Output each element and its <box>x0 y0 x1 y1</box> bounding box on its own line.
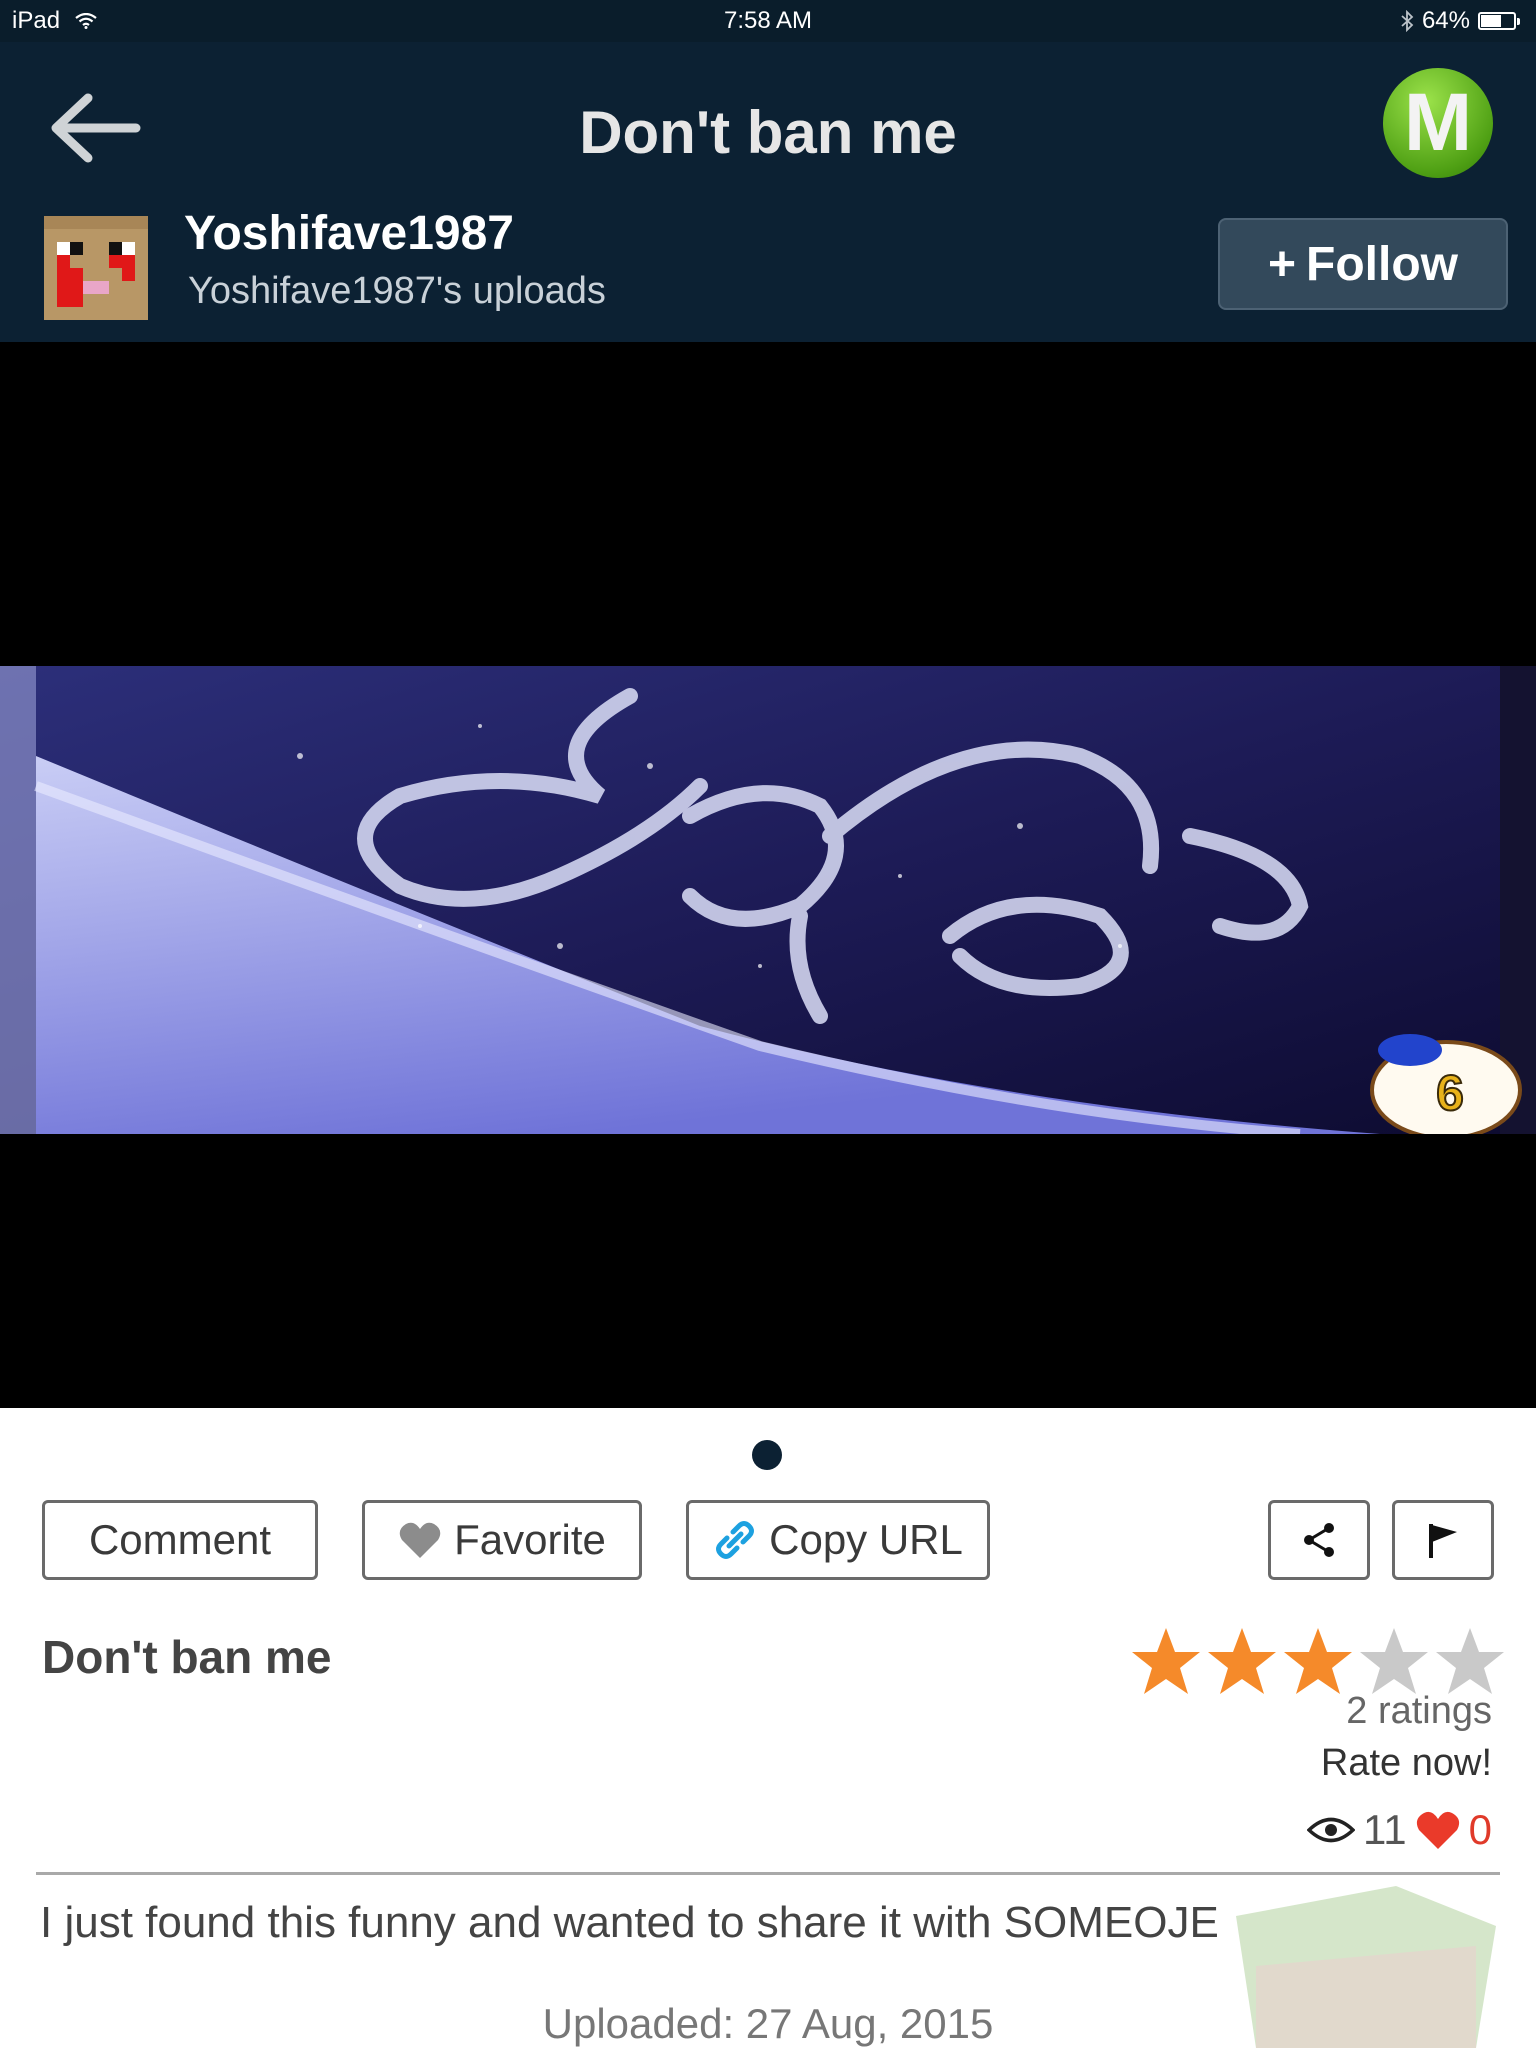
star-filled-icon[interactable] <box>1282 1626 1354 1696</box>
app-logo-icon[interactable]: M <box>1383 68 1493 178</box>
uploads-link[interactable]: Yoshifave1987's uploads <box>188 270 606 313</box>
rate-now-link[interactable]: Rate now! <box>1321 1742 1492 1785</box>
share-icon <box>1304 1523 1334 1557</box>
follow-button[interactable]: + Follow <box>1218 218 1508 310</box>
ratings-count: 2 ratings <box>1346 1690 1492 1732</box>
page-indicator-dot[interactable] <box>752 1440 782 1470</box>
star-empty-icon[interactable] <box>1434 1626 1506 1696</box>
favorite-label: Favorite <box>454 1516 606 1563</box>
battery-percent: 64% <box>1421 7 1470 34</box>
battery-icon <box>1478 12 1520 30</box>
share-button[interactable] <box>1268 1500 1370 1580</box>
star-filled-icon[interactable] <box>1206 1626 1278 1696</box>
upload-date: Uploaded: 27 Aug, 2015 <box>542 2000 994 2047</box>
follow-label: Follow <box>1306 237 1458 291</box>
user-avatar[interactable] <box>40 216 152 320</box>
username[interactable]: Yoshifave1987 <box>184 206 514 261</box>
status-time: 7:58 AM <box>723 7 813 34</box>
view-count: 11 <box>1363 1806 1407 1853</box>
level-badge-number: 6 <box>1436 1065 1464 1121</box>
plus-icon: + <box>1268 237 1297 291</box>
eye-icon <box>1307 1817 1356 1843</box>
comment-label: Comment <box>88 1516 272 1563</box>
flag-icon <box>1429 1524 1457 1558</box>
comment-button[interactable]: Comment <box>42 1500 318 1580</box>
link-icon <box>716 1521 755 1559</box>
like-count: 0 <box>1468 1806 1492 1853</box>
status-bar: iPad 7:58 AM 64% <box>0 0 1536 42</box>
star-filled-icon[interactable] <box>1130 1626 1202 1696</box>
page-title: Don't ban me <box>579 99 957 166</box>
video-frame[interactable]: 6 <box>0 666 1536 1134</box>
copy-url-button[interactable]: Copy URL <box>686 1500 990 1580</box>
rating-stars[interactable] <box>1130 1626 1506 1696</box>
status-right: 64% <box>1400 7 1520 35</box>
bluetooth-icon <box>1401 10 1414 32</box>
like-heart-icon <box>1416 1811 1459 1849</box>
divider <box>36 1872 1500 1875</box>
copy-url-label: Copy URL <box>769 1516 963 1563</box>
battery-fill <box>1481 15 1502 27</box>
description: I just found this funny and wanted to sh… <box>40 1898 1219 1947</box>
heart-icon <box>399 1522 441 1558</box>
report-button[interactable] <box>1392 1500 1494 1580</box>
content-title: Don't ban me <box>42 1631 332 1683</box>
favorite-button[interactable]: Favorite <box>362 1500 642 1580</box>
stats-row: 11 0 <box>1307 1806 1492 1854</box>
star-empty-icon[interactable] <box>1358 1626 1430 1696</box>
